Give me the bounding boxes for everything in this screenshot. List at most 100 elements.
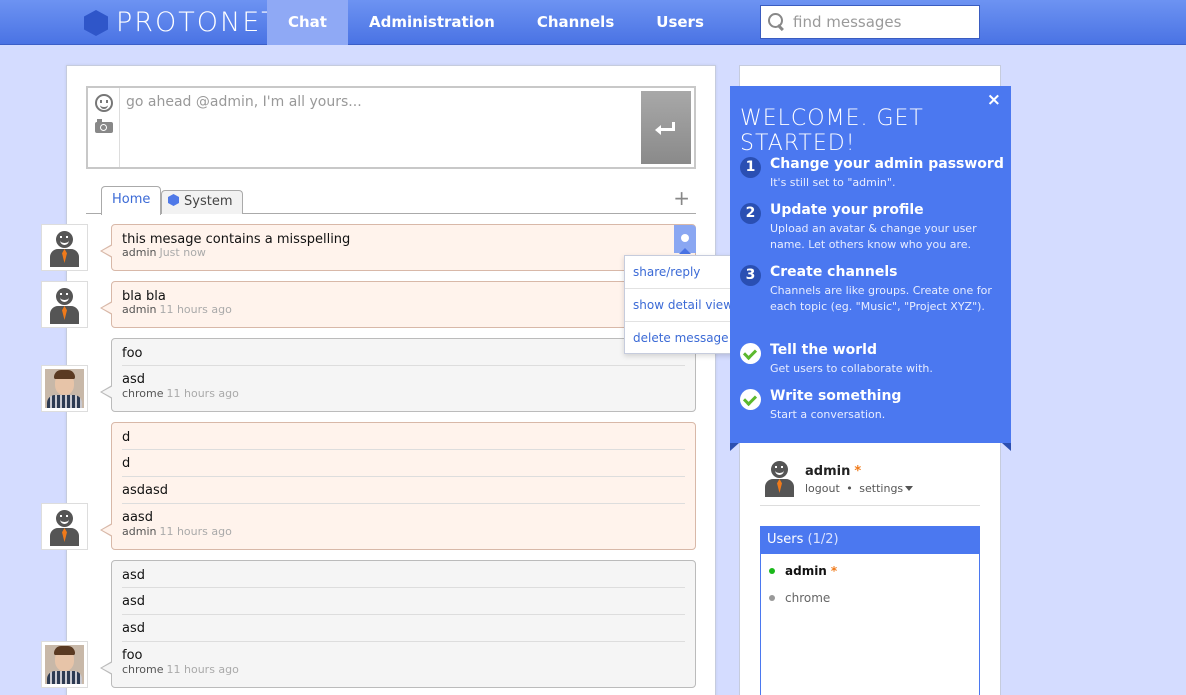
message[interactable]: d d asdasd aasd admin 11 hours ago xyxy=(100,422,696,550)
admin-avatar-icon xyxy=(45,228,84,267)
step-title[interactable]: Change your admin password xyxy=(770,156,1004,172)
nav-channels[interactable]: Channels xyxy=(516,0,635,45)
step-title[interactable]: Tell the world xyxy=(770,342,877,358)
step-description: Start a conversation. xyxy=(770,408,886,421)
admin-avatar-icon[interactable] xyxy=(760,458,799,497)
message-author[interactable]: chrome xyxy=(122,387,164,400)
users-header[interactable]: Users (1/2) xyxy=(761,527,979,554)
user-name: admin xyxy=(785,564,827,578)
message-author[interactable]: admin xyxy=(122,303,156,316)
step-title[interactable]: Update your profile xyxy=(770,202,924,218)
admin-star: * xyxy=(830,564,838,578)
separator: • xyxy=(846,482,853,495)
menu-show-detail-view[interactable]: show detail view xyxy=(625,289,745,322)
step-title[interactable]: Create channels xyxy=(770,264,897,280)
message[interactable]: asd asd asd foo chrome 11 hours ago xyxy=(100,560,696,688)
welcome-title: WELCOME. GET STARTED! xyxy=(740,106,924,156)
hexagon-icon xyxy=(168,194,179,206)
avatar-admin[interactable] xyxy=(41,503,88,550)
protonet-logo[interactable]: PROTONET ® xyxy=(84,5,291,39)
current-user-name[interactable]: admin * xyxy=(805,464,861,479)
message-time: Just now xyxy=(159,246,206,259)
message-author[interactable]: admin xyxy=(122,246,156,259)
nav-users[interactable]: Users xyxy=(635,0,725,45)
user-list-item[interactable]: admin * xyxy=(761,554,979,581)
nav-administration[interactable]: Administration xyxy=(348,0,516,45)
step-description: It's still set to "admin". xyxy=(770,176,896,189)
message-text: asd xyxy=(122,615,685,642)
message-composer xyxy=(86,86,696,169)
message-text: aasd xyxy=(122,510,153,525)
message[interactable]: this mesage contains a misspelling admin… xyxy=(100,224,696,271)
step-description: Channels are like groups. Create one for… xyxy=(770,284,992,313)
logo-text: PROTONET xyxy=(116,6,280,38)
hexagon-logo-icon xyxy=(84,10,108,36)
message-text: asd xyxy=(122,588,685,615)
step-number: 2 xyxy=(740,203,761,224)
caret-down-icon xyxy=(905,486,914,491)
main-nav: Chat Administration Channels Users xyxy=(267,0,725,45)
logout-link[interactable]: logout xyxy=(805,482,840,495)
step-description: Get users to collaborate with. xyxy=(770,362,933,375)
message-text: asd xyxy=(122,561,685,588)
search-box xyxy=(760,5,980,39)
add-tab-button[interactable]: + xyxy=(673,188,690,208)
tab-home[interactable]: Home xyxy=(101,186,162,215)
camera-icon[interactable] xyxy=(95,119,113,133)
message-meta: chrome 11 hours ago xyxy=(122,387,685,407)
nav-chat[interactable]: Chat xyxy=(267,0,348,45)
avatar-admin[interactable] xyxy=(41,224,88,271)
message-time: 11 hours ago xyxy=(159,303,232,316)
current-user-name-text: admin xyxy=(805,464,851,479)
message-time: 11 hours ago xyxy=(159,525,232,538)
message-time: 11 hours ago xyxy=(166,663,239,676)
channel-tabs: Home System + xyxy=(86,186,696,215)
user-photo xyxy=(45,369,84,408)
current-user: admin * logout • settings xyxy=(760,458,980,506)
avatar-chrome[interactable] xyxy=(41,641,88,688)
message-text: asdasd xyxy=(122,477,685,504)
message-author[interactable]: admin xyxy=(122,525,156,538)
send-button[interactable] xyxy=(641,91,691,164)
welcome-box: × WELCOME. GET STARTED! 1 Change your ad… xyxy=(730,86,1011,451)
step-title[interactable]: Write something xyxy=(770,388,901,404)
composer-tools xyxy=(88,88,120,167)
user-links: logout • settings xyxy=(805,482,914,495)
online-status-icon xyxy=(769,568,775,574)
message-meta: admin 11 hours ago xyxy=(122,303,685,323)
smiley-icon[interactable] xyxy=(95,94,113,112)
menu-delete-message[interactable]: delete message xyxy=(625,322,745,355)
tab-system[interactable]: System xyxy=(161,190,244,214)
settings-dropdown[interactable]: settings xyxy=(859,482,914,495)
enter-icon xyxy=(655,121,675,135)
top-bar: PROTONET ® Chat Administration Channels … xyxy=(0,0,1186,45)
message-context-menu: share/reply show detail view delete mess… xyxy=(624,255,746,354)
message-meta: admin 11 hours ago xyxy=(122,525,685,545)
search-input[interactable] xyxy=(793,13,973,31)
message-text: this mesage contains a misspelling xyxy=(122,232,351,247)
offline-status-icon xyxy=(769,595,775,601)
message-time: 11 hours ago xyxy=(166,387,239,400)
message-text: asd xyxy=(122,372,145,387)
menu-share-reply[interactable]: share/reply xyxy=(625,256,745,289)
message[interactable]: bla bla admin 11 hours ago xyxy=(100,281,696,328)
users-count: (1/2) xyxy=(807,532,839,547)
message-author[interactable]: chrome xyxy=(122,663,164,676)
avatar-chrome[interactable] xyxy=(41,365,88,412)
admin-avatar-icon xyxy=(45,285,84,324)
step-number: 1 xyxy=(740,157,761,178)
message-meta: chrome 11 hours ago xyxy=(122,663,685,683)
user-list-item[interactable]: chrome xyxy=(761,581,979,608)
user-photo xyxy=(45,645,84,684)
avatar-admin[interactable] xyxy=(41,281,88,328)
message-input[interactable] xyxy=(126,94,636,160)
admin-avatar-icon xyxy=(45,507,84,546)
message-actions-button[interactable] xyxy=(674,225,696,254)
search-icon xyxy=(767,12,787,32)
settings-label: settings xyxy=(859,482,904,495)
user-name: chrome xyxy=(785,591,831,605)
step-description: Upload an avatar & change your user name… xyxy=(770,222,977,251)
checkmark-icon xyxy=(740,389,761,410)
message-text: foo xyxy=(122,648,143,663)
message[interactable]: foo asd chrome 11 hours ago xyxy=(100,338,696,412)
